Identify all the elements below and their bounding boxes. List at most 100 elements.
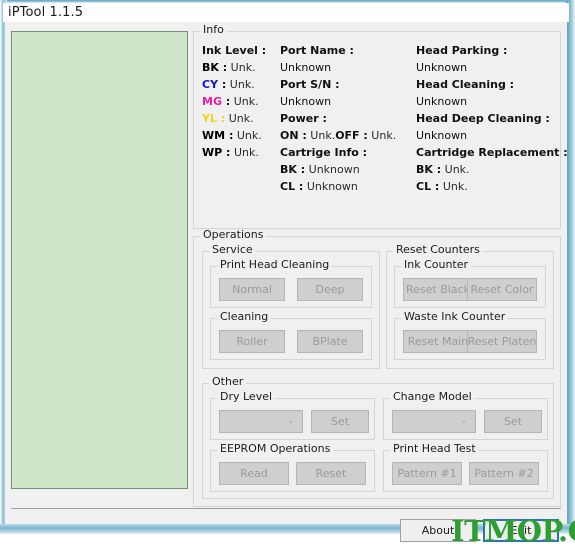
footer-separator: [11, 508, 561, 509]
ink-row-yl: YL : Unk.: [202, 110, 282, 127]
reset-counters-group: Reset Counters Ink Counter Reset Black R…: [386, 244, 554, 369]
print-head-test-group: Print Head Test Pattern #1 Pattern #2: [383, 443, 548, 492]
ink-sep-yl: :: [220, 112, 226, 125]
service-group-legend: Service: [209, 244, 256, 256]
ink-code-mg: MG: [202, 95, 222, 108]
power-on-value: Unk.: [310, 129, 336, 142]
dry-level-legend: Dry Level: [217, 391, 276, 403]
reset-counters-legend: Reset Counters: [393, 244, 483, 256]
roller-clean-button[interactable]: Roller: [219, 330, 285, 353]
eeprom-operations-legend: EEPROM Operations: [217, 443, 334, 455]
ink-value-yl: Unk.: [228, 112, 254, 125]
ink-counter-legend: Ink Counter: [401, 259, 472, 271]
replacement-cl-value: Unk.: [442, 180, 468, 193]
waste-ink-counter-group: Waste Ink Counter Reset Main Reset Plate…: [394, 311, 546, 360]
ink-row-bk: BK : Unk.: [202, 59, 282, 76]
other-group: Other Dry Level ⌄ Set Change Model ⌄ Set: [202, 376, 554, 499]
info-columns: Ink Level : BK : Unk. CY : Unk. MG : Unk…: [194, 42, 568, 238]
application-window: iPTool 1.1.5 Info Ink Level : BK : Unk. …: [0, 0, 575, 546]
window-title: iPTool 1.1.5: [8, 5, 84, 20]
ink-sep-mg: :: [225, 95, 231, 108]
ink-value-bk: Unk.: [230, 61, 256, 74]
reset-main-button[interactable]: Reset Main: [403, 330, 473, 353]
ink-code-wp: WP: [202, 146, 223, 159]
ink-sep-cy: :: [221, 78, 227, 91]
head-deep-cleaning-value: Unknown: [416, 129, 468, 142]
ink-value-wp: Unk.: [233, 146, 259, 159]
cartrige-bk-value: Unknown: [308, 163, 360, 176]
chevron-down-icon: ⌄: [287, 416, 295, 426]
power-off-value: Unk.: [371, 129, 397, 142]
head-deep-cleaning-label: Head Deep Cleaning :: [416, 112, 550, 125]
replacement-bk-value: Unk.: [444, 163, 470, 176]
ink-sep-wp: :: [226, 146, 231, 159]
info-group-legend: Info: [200, 24, 227, 36]
ink-code-wm: WM: [202, 129, 226, 142]
info-column-ink-levels: Ink Level : BK : Unk. CY : Unk. MG : Unk…: [202, 42, 282, 161]
pattern-2-button[interactable]: Pattern #2: [469, 462, 539, 485]
cleaning-group: Cleaning Roller BPlate: [210, 311, 372, 360]
cartrige-info-label: Cartrige Info :: [280, 146, 368, 159]
chevron-down-icon: ⌄: [460, 416, 468, 426]
head-cleaning-value: Unknown: [416, 95, 468, 108]
eeprom-operations-group: EEPROM Operations Read Reset: [210, 443, 375, 492]
ink-code-bk: BK: [202, 61, 219, 74]
print-head-test-legend: Print Head Test: [390, 443, 479, 455]
reset-platen-button[interactable]: Reset Platen: [467, 330, 537, 353]
cartridge-replacement-label: Cartridge Replacement :: [416, 146, 568, 159]
operations-group-legend: Operations: [200, 229, 267, 241]
cartrige-bk-row: BK : Unknown: [280, 161, 410, 178]
head-parking-value: Unknown: [416, 61, 468, 74]
replacement-cl-label: CL :: [416, 180, 440, 193]
power-label: Power :: [280, 112, 327, 125]
other-group-legend: Other: [209, 376, 247, 388]
ink-value-cy: Unk.: [229, 78, 255, 91]
title-bar[interactable]: iPTool 1.1.5: [3, 3, 569, 22]
deep-clean-button[interactable]: Deep: [297, 278, 363, 301]
cleaning-legend: Cleaning: [217, 311, 272, 323]
info-group: Info Ink Level : BK : Unk. CY : Unk. MG …: [193, 24, 568, 229]
port-sn-value: Unknown: [280, 95, 332, 108]
change-model-combo[interactable]: ⌄: [392, 410, 476, 433]
normal-clean-button[interactable]: Normal: [219, 278, 285, 301]
operations-group: Operations Service Print Head Cleaning N…: [193, 229, 561, 507]
reset-color-button[interactable]: Reset Color: [467, 278, 537, 301]
cartrige-cl-row: CL : Unknown: [280, 178, 410, 195]
pattern-1-button[interactable]: Pattern #1: [392, 462, 462, 485]
change-model-set-button[interactable]: Set: [484, 410, 542, 433]
ink-code-cy: CY: [202, 78, 219, 91]
port-name-value: Unknown: [280, 61, 332, 74]
reset-black-button[interactable]: Reset Black: [403, 278, 473, 301]
dry-level-combo[interactable]: ⌄: [219, 410, 303, 433]
change-model-legend: Change Model: [390, 391, 475, 403]
cartrige-cl-value: Unknown: [306, 180, 358, 193]
eeprom-read-button[interactable]: Read: [219, 462, 289, 485]
exit-button[interactable]: Exit: [483, 519, 559, 542]
replacement-bk-label: BK :: [416, 163, 442, 176]
about-button[interactable]: About: [400, 519, 476, 542]
port-sn-label: Port S/N :: [280, 78, 340, 91]
ink-level-label: Ink Level :: [202, 44, 267, 57]
bplate-clean-button[interactable]: BPlate: [297, 330, 363, 353]
dry-level-group: Dry Level ⌄ Set: [210, 391, 375, 440]
power-on-label: ON :: [280, 129, 307, 142]
cartrige-bk-label: BK :: [280, 163, 306, 176]
replacement-bk-row: BK : Unk.: [416, 161, 566, 178]
ink-row-cy: CY : Unk.: [202, 76, 282, 93]
ink-sep-wm: :: [228, 129, 234, 142]
head-parking-label: Head Parking :: [416, 44, 508, 57]
port-name-label: Port Name :: [280, 44, 354, 57]
change-model-group: Change Model ⌄ Set: [383, 391, 548, 440]
eeprom-reset-button[interactable]: Reset: [296, 462, 366, 485]
print-head-cleaning-group: Print Head Cleaning Normal Deep: [210, 259, 372, 308]
ink-row-wm: WM : Unk.: [202, 127, 282, 144]
info-column-port-power: Port Name : Unknown Port S/N : Unknown P…: [280, 42, 410, 195]
ink-row-mg: MG : Unk.: [202, 93, 282, 110]
print-head-cleaning-legend: Print Head Cleaning: [217, 259, 333, 271]
power-values-row: ON : Unk.OFF : Unk.: [280, 127, 410, 144]
info-column-head-status: Head Parking : Unknown Head Cleaning : U…: [416, 42, 568, 195]
ink-counter-group: Ink Counter Reset Black Reset Color: [394, 259, 546, 308]
dry-level-set-button[interactable]: Set: [311, 410, 369, 433]
ink-row-wp: WP : Unk.: [202, 144, 282, 161]
cartrige-cl-label: CL :: [280, 180, 304, 193]
